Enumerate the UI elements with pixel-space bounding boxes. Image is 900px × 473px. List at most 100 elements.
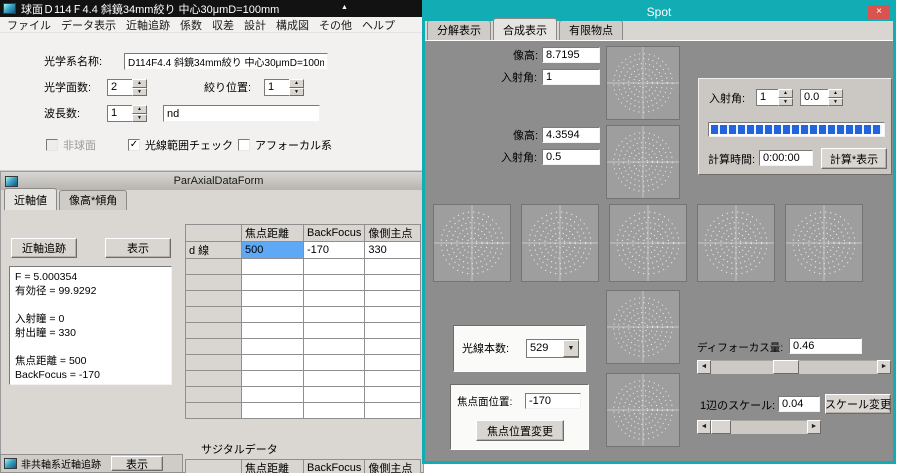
tab-composite-view[interactable]: 合成表示 — [493, 18, 557, 40]
calc-time-input[interactable] — [759, 150, 813, 166]
table-cell[interactable] — [364, 306, 422, 323]
scroll-left-icon[interactable]: ◄ — [697, 360, 711, 374]
table-cell[interactable] — [302, 290, 366, 307]
tab-finite-object[interactable]: 有限物点 — [559, 20, 623, 40]
scale-scrollbar[interactable]: ◄ ► — [697, 420, 821, 434]
table-cell[interactable] — [241, 290, 304, 307]
dropdown-arrow-icon[interactable]: ▼ — [563, 340, 579, 357]
wavelength-count-spinner[interactable]: 1 ▲ ▼ — [107, 105, 147, 122]
table-cell[interactable] — [364, 338, 422, 355]
surface-count-spinner[interactable]: 2 ▲ ▼ — [107, 79, 147, 96]
table-cell[interactable] — [302, 322, 366, 339]
table-cell[interactable] — [241, 322, 304, 339]
table-cell[interactable] — [364, 386, 422, 403]
menu-design[interactable]: 設計 — [239, 17, 271, 33]
spin-up-icon[interactable]: ▲ — [289, 79, 304, 88]
menu-others[interactable]: その他 — [314, 17, 357, 33]
table-cell[interactable] — [241, 386, 304, 403]
table-cell[interactable] — [241, 370, 304, 387]
table-cell[interactable] — [364, 322, 422, 339]
scrollbar-thumb[interactable] — [773, 360, 799, 374]
spin-up-icon[interactable]: ▲ — [132, 79, 147, 88]
scrollbar-track[interactable] — [711, 360, 877, 374]
table-cell[interactable] — [302, 386, 366, 403]
angle-frac-value[interactable]: 0.0 — [800, 89, 828, 106]
checkbox-aspheric[interactable]: 非球面 — [46, 137, 96, 153]
table-cell[interactable] — [302, 306, 366, 323]
table-cell[interactable] — [241, 354, 304, 371]
checkbox-box[interactable] — [46, 139, 58, 151]
defocus-input[interactable] — [789, 338, 862, 354]
checkbox-afocal[interactable]: アフォーカル系 — [238, 137, 332, 153]
spin-down-icon[interactable]: ▼ — [132, 113, 147, 122]
paraxial-trace-button[interactable]: 近軸追跡 — [11, 238, 77, 258]
table-cell[interactable] — [302, 402, 366, 419]
checkbox-box[interactable]: ✓ — [128, 139, 140, 151]
table-cell[interactable]: -170 — [302, 241, 366, 259]
table-cell[interactable] — [364, 402, 422, 419]
main-window-titlebar[interactable]: 球面Ｄ114Ｆ4.4 斜鏡34mm絞り 中心30μmD=100mm ▲ — [0, 0, 429, 17]
spin-down-icon[interactable]: ▼ — [132, 87, 147, 96]
table-cell[interactable] — [241, 402, 304, 419]
table-cell[interactable] — [302, 258, 366, 275]
table-cell[interactable] — [364, 370, 422, 387]
table-cell[interactable]: 500 — [241, 241, 304, 259]
table-cell[interactable] — [302, 274, 366, 291]
incident-angle-input-1[interactable] — [542, 69, 600, 85]
angle-int-spinner[interactable]: 1 ▲ ▼ — [756, 89, 793, 106]
spin-up-icon[interactable]: ▲ — [828, 89, 843, 98]
menu-paraxial-trace[interactable]: 近軸追跡 — [121, 17, 175, 33]
table-cell[interactable] — [364, 290, 422, 307]
scale-change-button[interactable]: スケール変更 — [825, 394, 891, 414]
scrollbar-track[interactable] — [711, 420, 807, 434]
menu-file[interactable]: ファイル — [2, 17, 56, 33]
incident-angle-input-2[interactable] — [542, 149, 600, 165]
focal-position-change-button[interactable]: 焦点位置変更 — [476, 420, 564, 441]
calc-show-button[interactable]: 計算*表示 — [821, 148, 887, 169]
table-cell[interactable] — [302, 370, 366, 387]
focal-plane-input[interactable] — [525, 393, 581, 409]
menu-coefficients[interactable]: 係数 — [175, 17, 207, 33]
table-cell[interactable] — [364, 258, 422, 275]
menu-help[interactable]: ヘルプ — [357, 17, 400, 33]
table-cell[interactable] — [241, 338, 304, 355]
table-cell[interactable] — [241, 258, 304, 275]
table-cell[interactable] — [364, 354, 422, 371]
paraxial-titlebar[interactable]: ParAxialDataForm — [1, 172, 423, 190]
tab-paraxial-values[interactable]: 近軸値 — [4, 188, 57, 210]
spin-up-icon[interactable]: ▲ — [778, 89, 793, 98]
table-cell[interactable] — [241, 306, 304, 323]
spin-up-icon[interactable]: ▲ — [132, 105, 147, 114]
scroll-right-icon[interactable]: ► — [877, 360, 891, 374]
stop-position-spinner[interactable]: 1 ▲ ▼ — [264, 79, 304, 96]
scrollbar-thumb[interactable] — [711, 420, 731, 434]
spin-down-icon[interactable]: ▼ — [289, 87, 304, 96]
table-cell[interactable] — [302, 354, 366, 371]
image-height-input-2[interactable] — [542, 127, 600, 143]
scroll-left-icon[interactable]: ◄ — [697, 420, 711, 434]
surface-count-value[interactable]: 2 — [107, 79, 132, 96]
system-name-input[interactable] — [124, 53, 328, 70]
scroll-right-icon[interactable]: ► — [807, 420, 821, 434]
checkbox-box[interactable] — [238, 139, 250, 151]
angle-int-value[interactable]: 1 — [756, 89, 778, 106]
ray-count-dropdown[interactable]: 529 ▼ — [526, 339, 579, 358]
menu-data-view[interactable]: データ表示 — [56, 17, 121, 33]
wavelength-count-value[interactable]: 1 — [107, 105, 132, 122]
close-icon[interactable]: × — [868, 5, 890, 19]
table-cell[interactable] — [302, 338, 366, 355]
angle-frac-spinner[interactable]: 0.0 ▲ ▼ — [800, 89, 843, 106]
wavelength-name-input[interactable] — [163, 105, 320, 122]
menu-aberration[interactable]: 収差 — [207, 17, 239, 33]
spin-down-icon[interactable]: ▼ — [778, 97, 793, 106]
tab-decomposed-view[interactable]: 分解表示 — [427, 20, 491, 40]
menu-layout[interactable]: 構成図 — [271, 17, 314, 33]
tab-image-height-tilt[interactable]: 像高*傾角 — [59, 190, 128, 210]
table-cell[interactable] — [364, 274, 422, 291]
checkbox-ray-range-check[interactable]: ✓ 光線範囲チェック — [128, 137, 233, 153]
table-cell[interactable] — [241, 274, 304, 291]
triangle-up-icon[interactable]: ▲ — [341, 4, 348, 11]
scale-input[interactable] — [778, 396, 820, 412]
show-button[interactable]: 表示 — [105, 238, 171, 258]
stop-position-value[interactable]: 1 — [264, 79, 289, 96]
